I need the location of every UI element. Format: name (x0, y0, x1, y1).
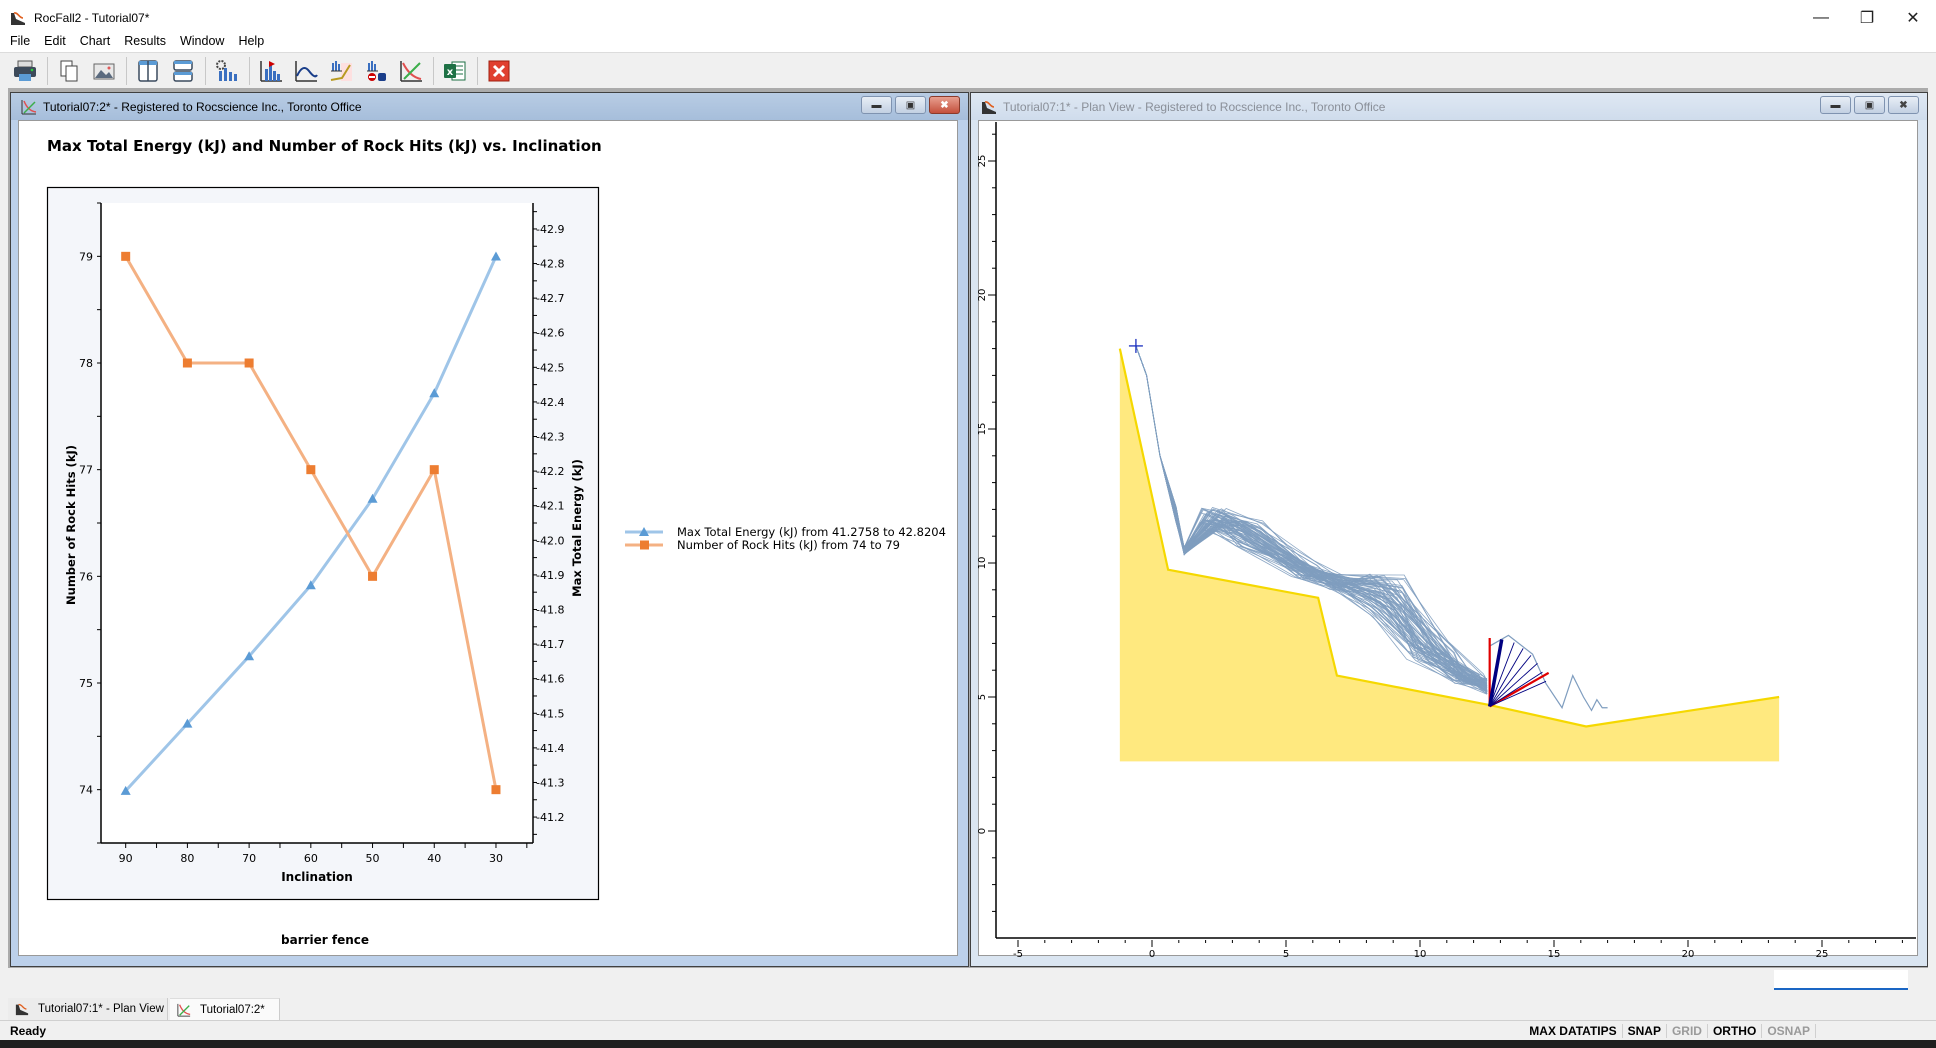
bar-chart-flag-icon (260, 60, 282, 82)
toolbar: x (0, 52, 1936, 88)
rocfall-plan-icon (982, 100, 996, 114)
document-tabs: Tutorial07:1* - Plan View Tutorial07:2* (8, 998, 1928, 1020)
tile-vertical-icon (138, 59, 158, 82)
chart-settings-button[interactable] (212, 56, 242, 86)
menu-chart[interactable]: Chart (80, 34, 111, 48)
svg-text:x: x (447, 67, 454, 78)
menu-edit[interactable]: Edit (44, 34, 66, 48)
status-ortho[interactable]: ORTHO (1708, 1024, 1763, 1038)
histogram-cumulative-icon (330, 60, 352, 81)
excel-export-icon: x (444, 61, 466, 80)
close-red-icon (488, 60, 510, 81)
menu-bar: File Edit Chart Results Window Help (0, 30, 1936, 52)
copy-icon (60, 60, 78, 81)
tile-horizontal-icon (173, 59, 193, 82)
xy-chart-icon (400, 60, 422, 82)
line-chart-icon (295, 60, 318, 82)
chart-window-close-button[interactable]: ✖ (929, 96, 960, 114)
xy-chart-icon (21, 99, 37, 114)
toolbar-separator (249, 56, 250, 85)
tab-chart-label: Tutorial07:2* (200, 1003, 265, 1016)
tile-horizontal-button[interactable] (168, 56, 198, 86)
status-osnap[interactable]: OSNAP (1762, 1024, 1816, 1038)
status-bar: Ready MAX DATATIPS SNAP GRID ORTHO OSNAP (0, 1020, 1936, 1040)
chart-title: Max Total Energy (kJ) and Number of Rock… (47, 137, 602, 155)
cumulative-chart-button[interactable] (326, 56, 356, 86)
toolbar-separator (205, 56, 206, 85)
chart-window-title: Tutorial07:2* - Registered to Rocscience… (43, 99, 362, 114)
app-title: RocFall2 - Tutorial07* (34, 11, 150, 25)
menu-help[interactable]: Help (238, 34, 264, 48)
xy-chart-icon (177, 1003, 191, 1017)
plan-view-window: Tutorial07:1* - Plan View - Registered t… (970, 92, 1928, 967)
menu-results[interactable]: Results (124, 34, 166, 48)
toolbar-separator (47, 56, 48, 85)
plan-view-client (978, 120, 1918, 956)
chart-window: Tutorial07:2* - Registered to Rocscience… (10, 92, 969, 967)
excel-export-button[interactable]: x (440, 56, 470, 86)
chart-window-maximize-button[interactable]: ▣ (895, 96, 926, 114)
tab-plan-view[interactable]: Tutorial07:1* - Plan View (8, 998, 168, 1020)
close-chart-button[interactable] (484, 56, 514, 86)
plan-view-maximize-button[interactable]: ▣ (1854, 96, 1885, 114)
rocfall-plan-icon (15, 1003, 29, 1016)
plan-view-title: Tutorial07:1* - Plan View - Registered t… (1003, 99, 1386, 114)
copy-button[interactable] (54, 56, 84, 86)
print-button[interactable] (10, 56, 40, 86)
filter-chart-button[interactable] (361, 56, 391, 86)
toolbar-separator (477, 56, 478, 85)
menu-window[interactable]: Window (180, 34, 224, 48)
status-max-datatips[interactable]: MAX DATATIPS (1524, 1024, 1623, 1038)
printer-icon (14, 60, 36, 81)
bar-chart-button[interactable] (256, 56, 286, 86)
chart-footer-label: barrier fence (281, 933, 370, 947)
os-taskbar (0, 1040, 1936, 1048)
status-text: Ready (10, 1024, 47, 1038)
histogram-filter-icon (367, 60, 386, 81)
plan-view-caption: Tutorial07:1* - Plan View - Registered t… (971, 93, 1927, 120)
xy-chart-button[interactable] (396, 56, 426, 86)
chart-window-minimize-button[interactable]: ▬ (861, 96, 892, 114)
plan-view-minimize-button[interactable]: ▬ (1820, 96, 1851, 114)
chart-settings-icon (216, 59, 237, 81)
export-image-button[interactable] (89, 56, 119, 86)
progress-indicator (1774, 970, 1908, 990)
rocfall-app-icon (11, 12, 25, 25)
toolbar-separator (126, 56, 127, 85)
status-grid[interactable]: GRID (1667, 1024, 1708, 1038)
tab-plan-view-label: Tutorial07:1* - Plan View (38, 1003, 164, 1015)
toolbar-separator (433, 56, 434, 85)
tile-vertical-button[interactable] (133, 56, 163, 86)
tab-chart[interactable]: Tutorial07:2* (170, 998, 280, 1020)
status-snap[interactable]: SNAP (1623, 1024, 1667, 1038)
menu-file[interactable]: File (10, 34, 30, 48)
chart-window-client (18, 120, 958, 956)
plan-view-close-button[interactable]: ✖ (1888, 96, 1919, 114)
export-image-icon (93, 63, 115, 79)
line-chart-button[interactable] (291, 56, 321, 86)
chart-window-caption: Tutorial07:2* - Registered to Rocscience… (11, 93, 968, 120)
